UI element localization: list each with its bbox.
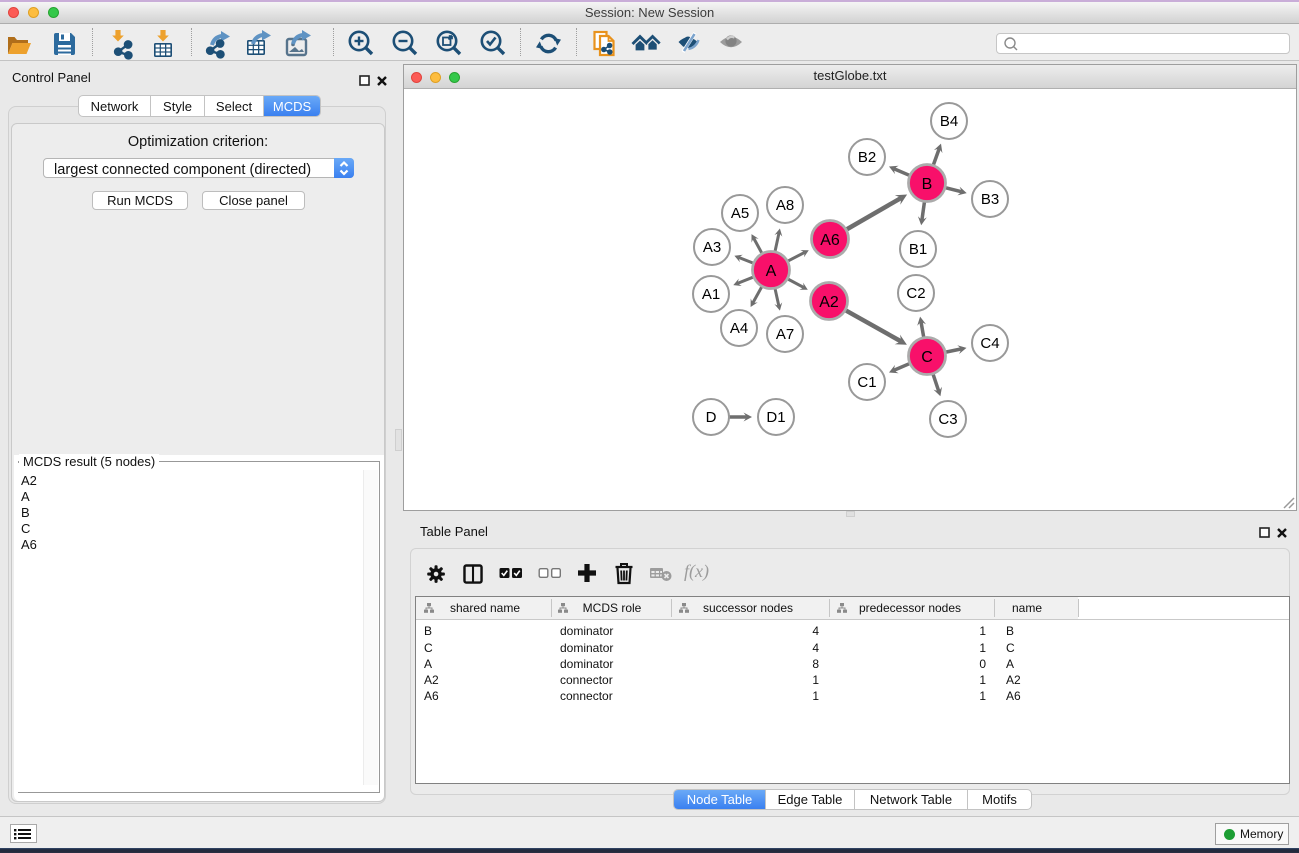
svg-text:C: C (921, 349, 933, 366)
svg-text:A1: A1 (702, 286, 720, 303)
svg-text:B1: B1 (909, 241, 927, 258)
svg-text:B4: B4 (940, 113, 958, 130)
svg-text:A: A (766, 263, 777, 280)
svg-text:B: B (922, 176, 933, 193)
svg-text:A4: A4 (730, 320, 748, 337)
svg-text:D1: D1 (766, 409, 785, 426)
svg-text:B3: B3 (981, 191, 999, 208)
svg-text:C2: C2 (906, 285, 925, 302)
svg-text:C1: C1 (857, 374, 876, 391)
svg-text:D: D (706, 409, 717, 426)
svg-text:C3: C3 (938, 411, 957, 428)
svg-text:A7: A7 (776, 326, 794, 343)
svg-text:A6: A6 (820, 232, 840, 249)
svg-text:A2: A2 (819, 294, 839, 311)
svg-text:C4: C4 (980, 335, 999, 352)
svg-text:A5: A5 (731, 205, 749, 222)
svg-text:B2: B2 (858, 149, 876, 166)
svg-text:A8: A8 (776, 197, 794, 214)
svg-text:A3: A3 (703, 239, 721, 256)
